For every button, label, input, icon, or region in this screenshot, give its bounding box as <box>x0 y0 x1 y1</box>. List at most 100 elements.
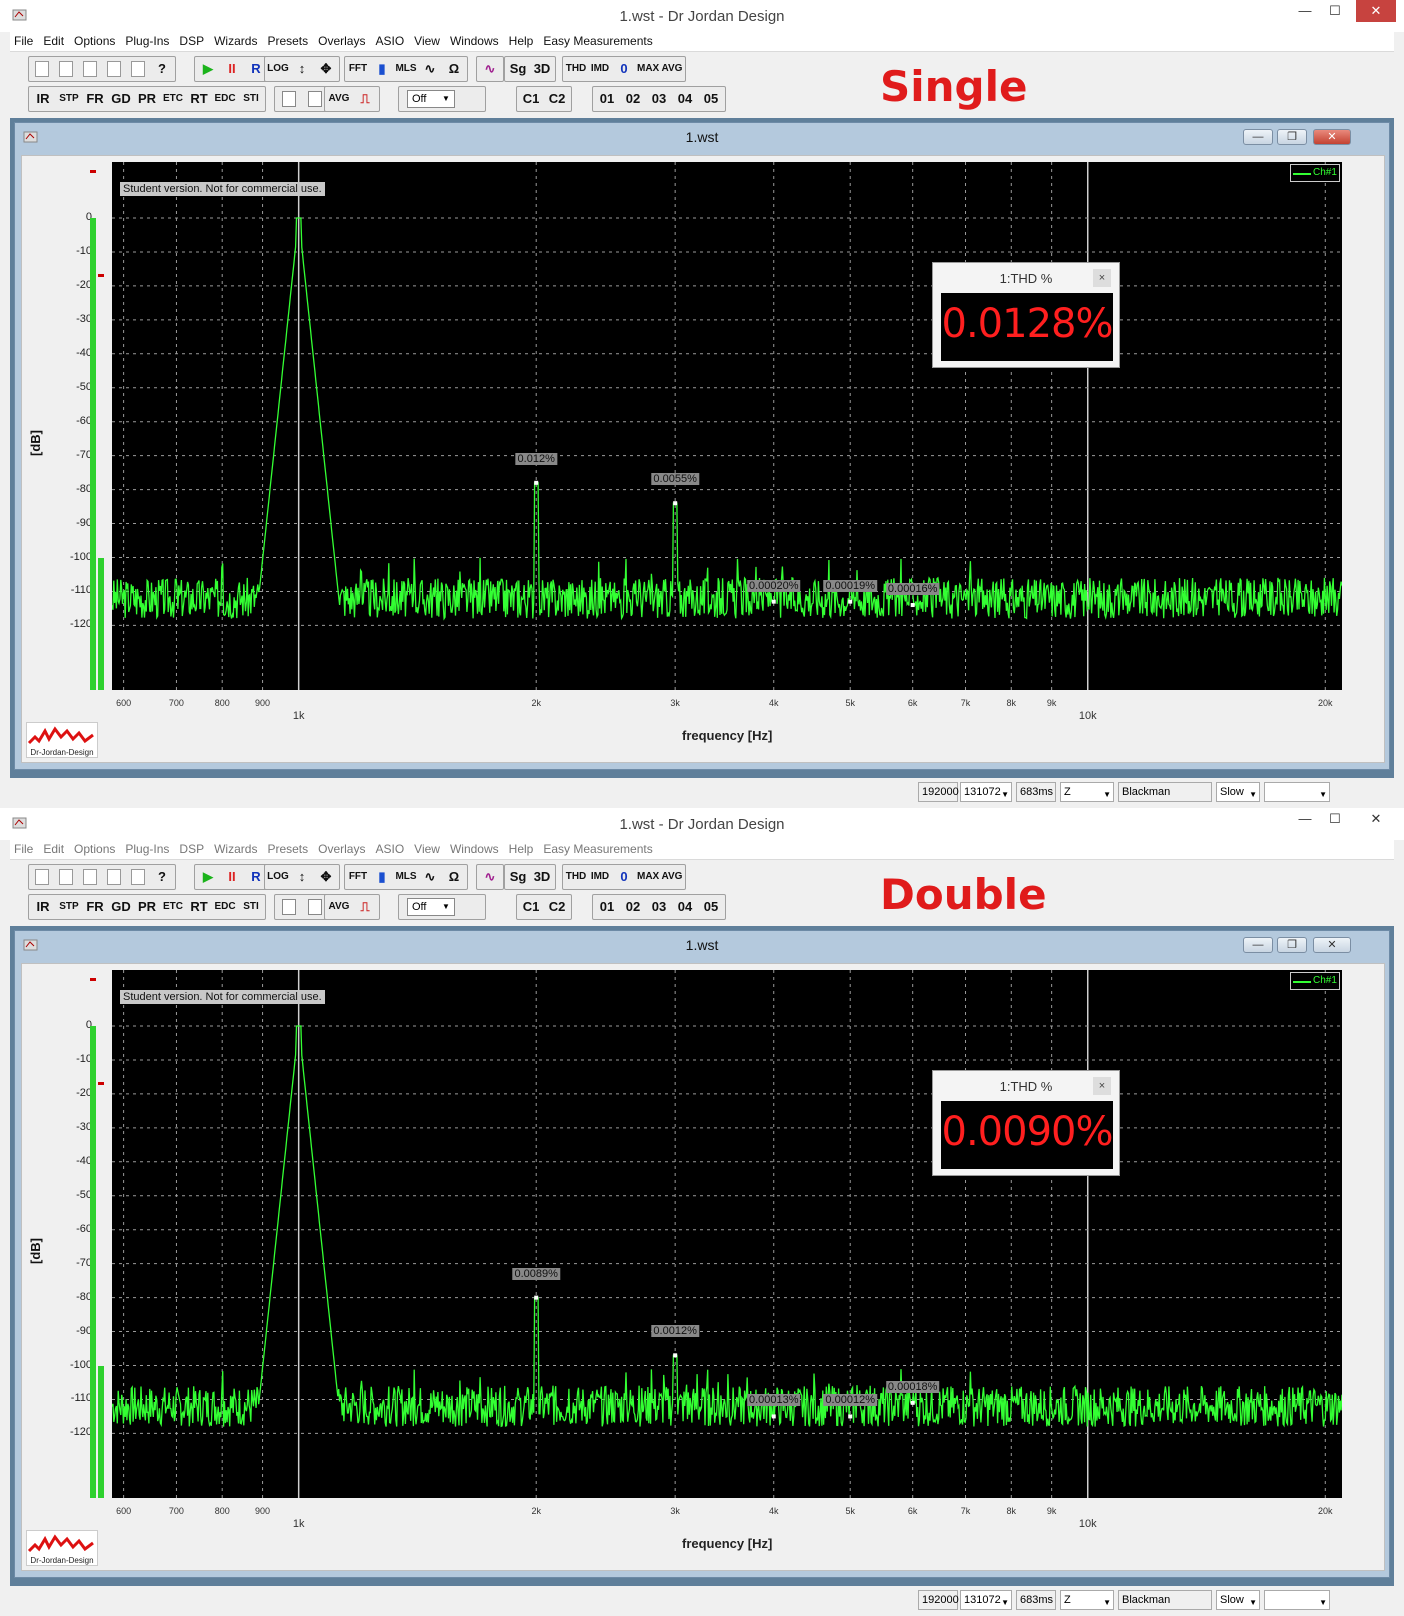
child-restore-button[interactable]: ❐ <box>1277 129 1307 145</box>
toolbar-button-17[interactable]: ∿ <box>479 866 501 888</box>
toolbar-button-02[interactable]: 02 <box>621 896 645 918</box>
toolbar-button-04[interactable]: 04 <box>673 88 697 110</box>
toolbar-button-17[interactable]: ∿ <box>479 58 501 80</box>
toolbar-button-7[interactable]: II <box>221 866 243 888</box>
toolbar-button-01[interactable]: 01 <box>595 88 619 110</box>
toolbar-button-4[interactable] <box>131 869 145 885</box>
menu-item-presets[interactable]: Presets <box>263 33 314 48</box>
child-restore-button[interactable]: ❐ <box>1277 937 1307 953</box>
toolbar-button-13[interactable]: ▮ <box>371 866 393 888</box>
toolbar-button-04[interactable]: 04 <box>673 896 697 918</box>
toolbar-button-05[interactable]: 05 <box>699 88 723 110</box>
minimize-button[interactable]: — <box>1290 0 1320 22</box>
minimize-button[interactable]: — <box>1290 808 1320 830</box>
toolbar-button-ir[interactable]: IR <box>31 88 55 110</box>
toolbar-button-9[interactable]: LOG <box>267 866 289 888</box>
status-fft[interactable]: 131072 ▼ <box>960 782 1012 802</box>
toolbar-button-c2[interactable]: C2 <box>545 896 569 918</box>
toolbar-button-23[interactable]: MAX <box>637 58 659 80</box>
toolbar-button-22[interactable]: 0 <box>613 58 635 80</box>
menu-item-presets[interactable]: Presets <box>263 841 314 856</box>
toolbar-button-2[interactable] <box>83 61 97 77</box>
toolbar-button-18[interactable]: Sg <box>507 58 529 80</box>
toolbar-button-pr[interactable]: PR <box>135 88 159 110</box>
menu-item-help[interactable]: Help <box>505 841 540 856</box>
close-button[interactable]: ✕ <box>1356 0 1396 22</box>
status-extra-select[interactable]: ▼ <box>1264 782 1330 802</box>
toolbar-button-22[interactable]: 0 <box>613 866 635 888</box>
menu-item-windows[interactable]: Windows <box>446 33 505 48</box>
status-extra-select[interactable]: ▼ <box>1264 1590 1330 1610</box>
toolbar-button-⎍[interactable]: ⎍ <box>353 88 377 110</box>
toolbar-button-10[interactable]: ↕ <box>291 866 313 888</box>
toolbar-button-gd[interactable]: GD <box>109 896 133 918</box>
toolbar-button-4[interactable] <box>131 61 145 77</box>
menu-item-plug-ins[interactable]: Plug-Ins <box>121 841 175 856</box>
toolbar-button-20[interactable]: THD <box>565 58 587 80</box>
toolbar-button-18[interactable]: Sg <box>507 866 529 888</box>
menu-item-options[interactable]: Options <box>70 841 121 856</box>
child-close-button[interactable]: ✕ <box>1313 129 1351 145</box>
menu-item-wizards[interactable]: Wizards <box>210 841 263 856</box>
toolbar-button-rt[interactable]: RT <box>187 896 211 918</box>
child-minimize-button[interactable]: — <box>1243 129 1273 145</box>
toolbar-button-05[interactable]: 05 <box>699 896 723 918</box>
toolbar-button-[interactable] <box>308 91 322 107</box>
toolbar-button-0[interactable] <box>35 61 49 77</box>
toolbar-button-03[interactable]: 03 <box>647 88 671 110</box>
menu-item-windows[interactable]: Windows <box>446 841 505 856</box>
toolbar-button-3[interactable] <box>107 869 121 885</box>
toolbar-button-13[interactable]: ▮ <box>371 58 393 80</box>
toolbar-button-1[interactable] <box>59 869 73 885</box>
menu-item-easy-measurements[interactable]: Easy Measurements <box>539 841 658 856</box>
toolbar-button-19[interactable]: 3D <box>531 58 553 80</box>
toolbar-button-5[interactable]: ? <box>151 866 173 888</box>
menu-item-asio[interactable]: ASIO <box>371 841 410 856</box>
toolbar-button-20[interactable]: THD <box>565 866 587 888</box>
toolbar-button-fr[interactable]: FR <box>83 88 107 110</box>
toolbar-button-9[interactable]: LOG <box>267 58 289 80</box>
toolbar-button-0[interactable] <box>35 869 49 885</box>
toolbar-button-avg[interactable]: AVG <box>327 896 351 918</box>
menu-item-edit[interactable]: Edit <box>39 33 70 48</box>
thd-close-button[interactable]: × <box>1093 269 1111 287</box>
thd-meter-panel[interactable]: 1:THD % × 0.0128% <box>932 262 1120 368</box>
toolbar-button-sti[interactable]: STI <box>239 88 263 110</box>
toolbar-button-01[interactable]: 01 <box>595 896 619 918</box>
toolbar-button-sti[interactable]: STI <box>239 896 263 918</box>
toolbar-button-16[interactable]: Ω <box>443 58 465 80</box>
toolbar-button-5[interactable]: ? <box>151 58 173 80</box>
thd-close-button[interactable]: × <box>1093 1077 1111 1095</box>
child-close-button[interactable]: ✕ <box>1313 937 1351 953</box>
toolbar-button-21[interactable]: IMD <box>589 58 611 80</box>
mode-select[interactable]: Off ▼ <box>407 898 455 916</box>
close-button[interactable]: ✕ <box>1356 808 1396 830</box>
menu-item-overlays[interactable]: Overlays <box>314 841 371 856</box>
toolbar-button-16[interactable]: Ω <box>443 866 465 888</box>
toolbar-button-24[interactable]: AVG <box>661 58 683 80</box>
toolbar-button-gd[interactable]: GD <box>109 88 133 110</box>
toolbar-button-15[interactable]: ∿ <box>419 58 441 80</box>
menu-item-overlays[interactable]: Overlays <box>314 33 371 48</box>
toolbar-button-2[interactable] <box>83 869 97 885</box>
menu-item-help[interactable]: Help <box>505 33 540 48</box>
toolbar-button-etc[interactable]: ETC <box>161 896 185 918</box>
toolbar-button-[interactable] <box>308 899 322 915</box>
status-z[interactable]: Z ▼ <box>1060 1590 1114 1610</box>
toolbar-button-[interactable] <box>282 899 296 915</box>
toolbar-button-6[interactable]: ▶ <box>197 58 219 80</box>
toolbar-button-24[interactable]: AVG <box>661 866 683 888</box>
status-z[interactable]: Z ▼ <box>1060 782 1114 802</box>
toolbar-button-⎍[interactable]: ⎍ <box>353 896 377 918</box>
thd-meter-panel[interactable]: 1:THD % × 0.0090% <box>932 1070 1120 1176</box>
toolbar-button-19[interactable]: 3D <box>531 866 553 888</box>
toolbar-button-02[interactable]: 02 <box>621 88 645 110</box>
toolbar-button-stp[interactable]: STP <box>57 896 81 918</box>
toolbar-button-c1[interactable]: C1 <box>519 88 543 110</box>
menu-item-file[interactable]: File <box>10 33 39 48</box>
child-minimize-button[interactable]: — <box>1243 937 1273 953</box>
menu-item-dsp[interactable]: DSP <box>175 33 210 48</box>
toolbar-button-7[interactable]: II <box>221 58 243 80</box>
toolbar-button-15[interactable]: ∿ <box>419 866 441 888</box>
menu-item-asio[interactable]: ASIO <box>371 33 410 48</box>
